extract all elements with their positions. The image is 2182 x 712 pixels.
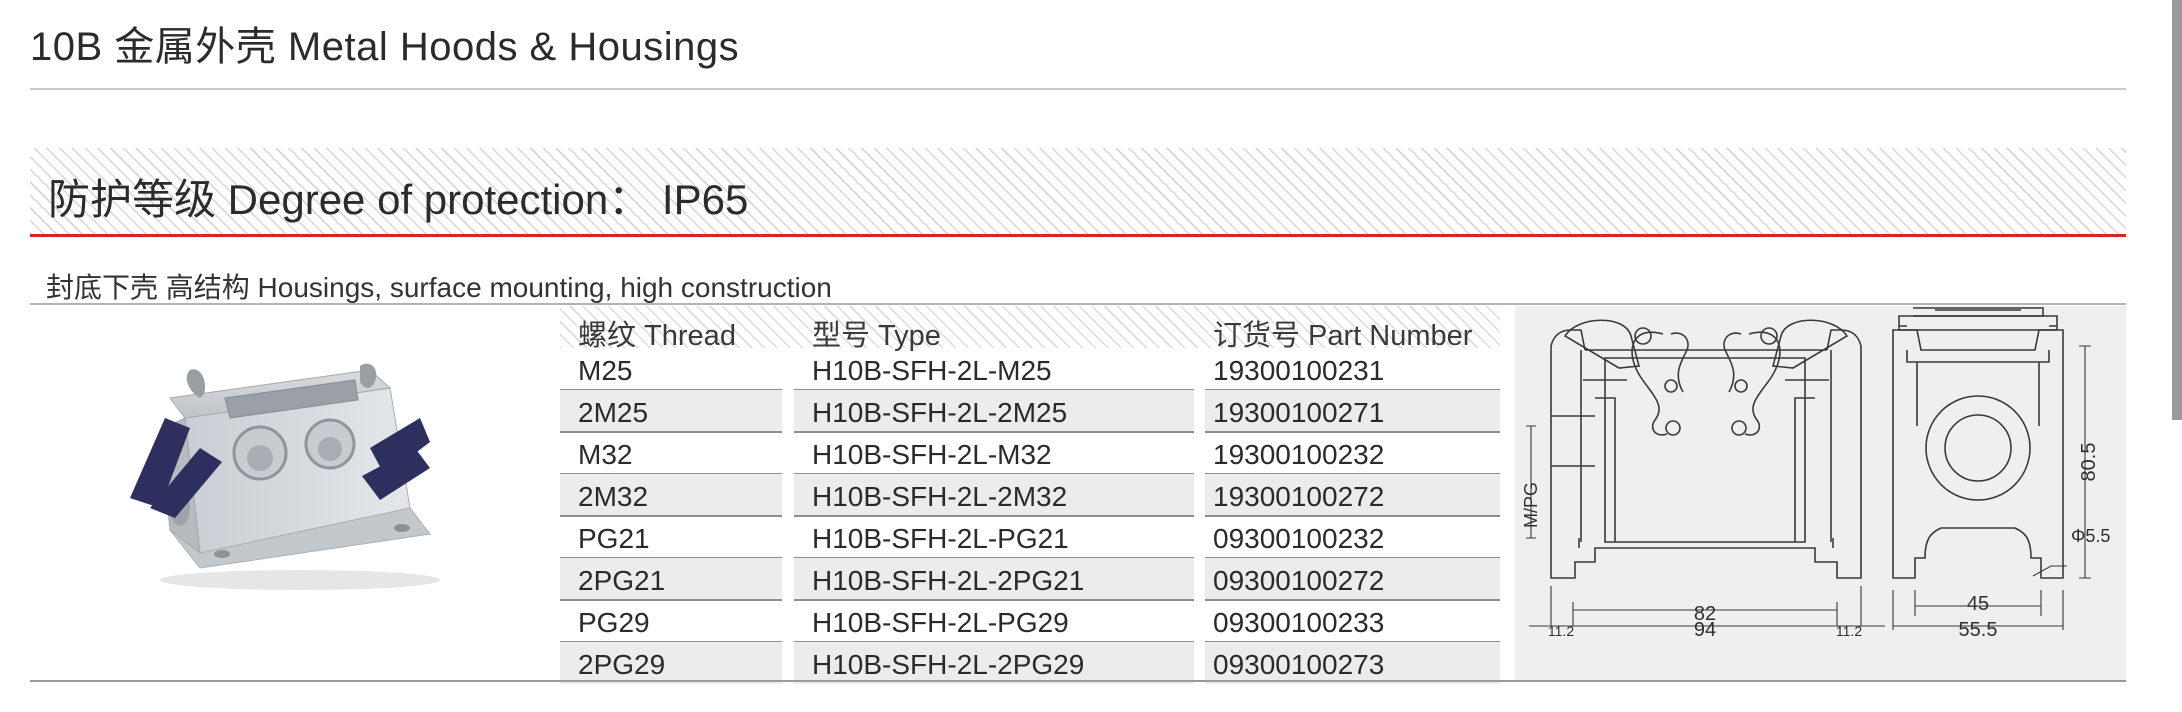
section-subtitle: 封底下壳 高结构 Housings, surface mounting, hig… — [46, 272, 832, 303]
table-row-divider — [1205, 599, 1500, 601]
table-cell-thread: 2M32 — [578, 481, 649, 512]
table-cell-part-number: 19300100271 — [1213, 397, 1385, 428]
table-cell-thread: PG21 — [578, 523, 650, 554]
table-row-divider — [794, 515, 1194, 517]
dim-label-80-5: 80.5 — [2078, 443, 2100, 482]
header-thread: 螺纹 Thread — [578, 320, 736, 352]
page-edge-bar — [2172, 0, 2182, 420]
table-row-divider — [560, 431, 782, 433]
protection-underline — [30, 234, 2126, 237]
table-cell-thread: M25 — [578, 355, 633, 386]
table-cell-type: H10B-SFH-2L-PG29 — [812, 607, 1069, 638]
table-cell-thread: M32 — [578, 439, 633, 470]
section-divider — [30, 303, 2126, 305]
product-photo — [130, 363, 440, 590]
table-cell-type: H10B-SFH-2L-2M32 — [812, 481, 1068, 512]
dim-label-94: 94 — [1694, 619, 1716, 641]
table-cell-part-number: 19300100231 — [1213, 355, 1385, 386]
dim-label-55-5: 55.5 — [1959, 619, 1998, 641]
table-cell-thread: 2PG29 — [578, 649, 666, 680]
table-cell-part-number: 19300100272 — [1213, 481, 1385, 512]
spec-table: 螺纹 Thread 型号 Type 订货号 Part Number M25 H10… — [560, 306, 1500, 684]
dim-label-45: 45 — [1967, 593, 1989, 615]
table-cell-type: H10B-SFH-2L-2PG21 — [812, 565, 1085, 596]
dim-label-11-2-right: 11.2 — [1836, 623, 1862, 639]
dim-label-11-2-left: 11.2 — [1548, 623, 1574, 639]
table-row-divider — [1205, 431, 1500, 433]
dim-label-thread: M/PG — [1521, 482, 1541, 528]
table-cell-type: H10B-SFH-2L-2M25 — [812, 397, 1068, 428]
technical-drawing: M/PG 82 94 11.2 11.2 80.5 Φ5.5 45 55.5 — [1515, 306, 2126, 680]
table-row-divider — [560, 599, 782, 601]
table-cell-part-number: 09300100272 — [1213, 565, 1385, 596]
table-cell-type: H10B-SFH-2L-M32 — [812, 439, 1052, 470]
table-cell-part-number: 09300100233 — [1213, 607, 1385, 638]
table-cell-type: H10B-SFH-2L-PG21 — [812, 523, 1069, 554]
table-row-divider — [560, 515, 782, 517]
table-cell-type: H10B-SFH-2L-2PG29 — [812, 649, 1085, 680]
table-row-divider — [794, 431, 1194, 433]
table-cell-thread: 2PG21 — [578, 565, 666, 596]
protection-band: 防护等级 Degree of protection： IP65 — [30, 148, 2126, 234]
table-cell-thread: 2M25 — [578, 397, 649, 428]
table-row-divider — [1205, 515, 1500, 517]
table-cell-part-number: 09300100232 — [1213, 523, 1385, 554]
header-type: 型号 Type — [812, 320, 941, 352]
protection-label: 防护等级 Degree of protection： IP65 — [48, 176, 749, 223]
table-row-divider — [794, 599, 1194, 601]
title-divider — [30, 88, 2126, 90]
header-part-number: 订货号 Part Number — [1213, 320, 1473, 352]
table-cell-type: H10B-SFH-2L-M25 — [812, 355, 1052, 386]
table-cell-part-number: 09300100273 — [1213, 649, 1385, 680]
table-cell-part-number: 19300100232 — [1213, 439, 1385, 470]
page-title: 10B 金属外壳 Metal Hoods & Housings — [30, 25, 740, 69]
dim-label-phi: Φ5.5 — [2071, 526, 2110, 546]
bottom-divider — [30, 680, 2126, 682]
table-cell-thread: PG29 — [578, 607, 650, 638]
